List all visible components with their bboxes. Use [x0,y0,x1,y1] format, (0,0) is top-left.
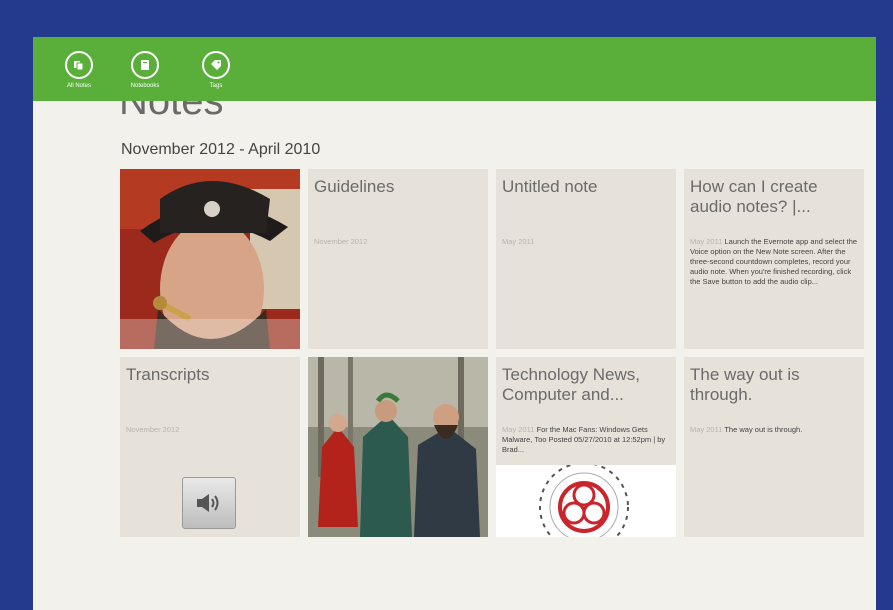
note-date: November 2012 [314,237,368,246]
note-snippet: The way out is through. [724,425,803,434]
note-date: May 2011 [690,237,723,246]
pirate-portrait-image [120,169,300,349]
audio-attachment-button[interactable] [182,477,236,529]
note-meta: November 2012 [314,237,482,247]
biohazard-icon [496,465,676,537]
note-date: May 2011 [690,425,723,434]
tag-icon [202,51,230,79]
note-tile[interactable]: Technology News, Computer and... May 201… [496,357,676,537]
all-notes-button[interactable]: All Notes [49,51,109,89]
note-meta: May 2011 For the Mac Fans: Windows Gets … [502,425,670,455]
notebook-icon [131,51,159,79]
note-title: The way out is through. [690,365,800,404]
tags-button[interactable]: Tags [186,51,246,89]
notebooks-button[interactable]: Notebooks [115,51,175,89]
app-window: All Notes Notebooks Tags Notes November … [33,37,876,610]
note-title: Untitled note [502,177,598,196]
tags-label: Tags [209,83,223,89]
note-title: Guidelines [314,177,395,196]
costume-group-image [308,357,488,537]
note-date: May 2011 [502,425,535,434]
note-tile-photo-pirate[interactable] [120,169,300,349]
all-notes-label: All Notes [66,83,91,89]
note-tile[interactable]: Untitled note May 2011 [496,169,676,349]
all-notes-icon [65,51,93,79]
note-tile[interactable]: Transcripts November 2012 [120,357,300,537]
note-tile[interactable]: The way out is through. May 2011 The way… [684,357,864,537]
note-date: November 2012 [126,425,180,434]
note-tile[interactable]: Guidelines November 2012 [308,169,488,349]
note-tile[interactable]: How can I create audio notes? |... May 2… [684,169,864,349]
note-title: Transcripts [126,365,210,384]
note-date: May 2011 [502,237,535,246]
note-meta: November 2012 [126,425,294,435]
notebooks-label: Notebooks [130,83,160,89]
note-title: Technology News, Computer and... [502,365,640,404]
app-bar: All Notes Notebooks Tags [33,37,876,101]
note-title: How can I create audio notes? |... [690,177,818,216]
note-meta: May 2011 The way out is through. [690,425,858,435]
speaker-icon [197,494,219,512]
note-meta: May 2011 Launch the Evernote app and sel… [690,237,858,287]
note-tile-photo-costume[interactable] [308,357,488,537]
section-heading[interactable]: November 2012 - April 2010 [121,141,320,159]
note-meta: May 2011 [502,237,670,247]
